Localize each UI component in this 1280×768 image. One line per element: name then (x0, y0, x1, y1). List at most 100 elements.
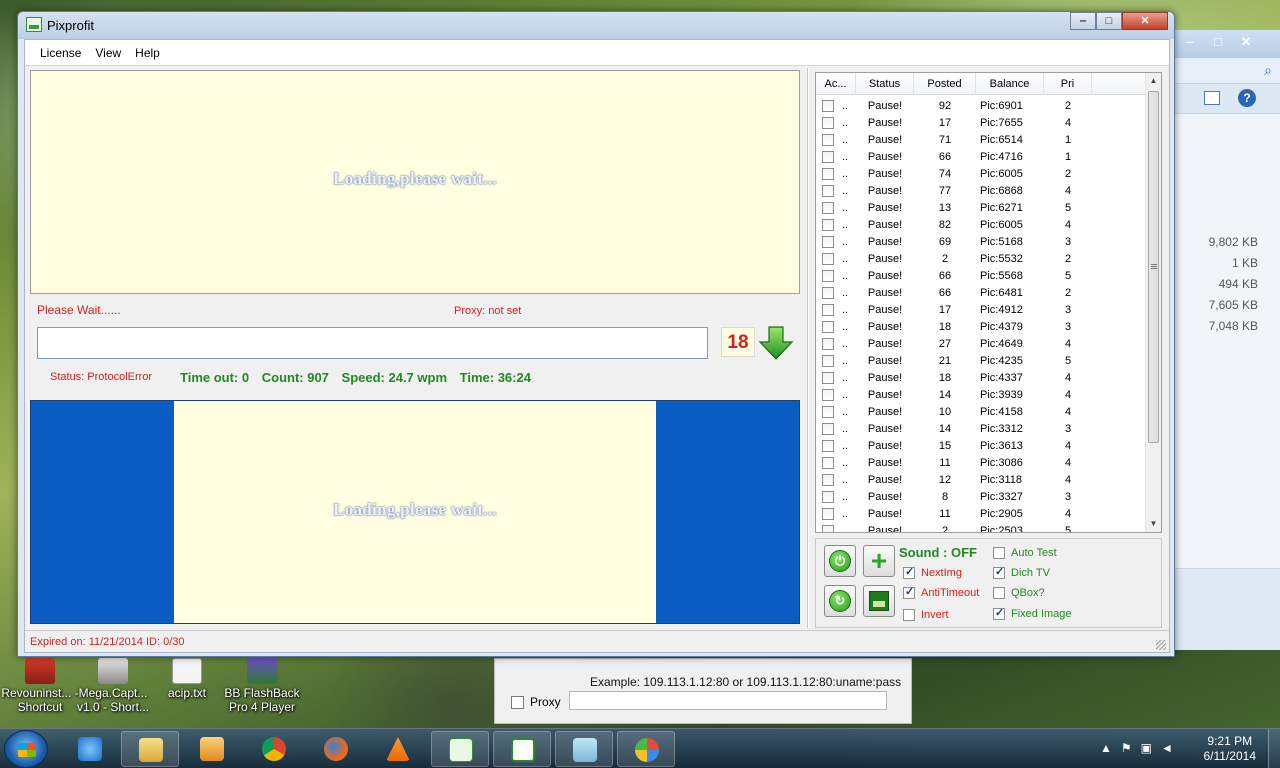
list-row[interactable]: .. Pause! 11 Pic:3086 4 (816, 454, 1147, 471)
list-row[interactable]: .. Pause! 21 Pic:4235 5 (816, 352, 1147, 369)
taskbar-clock[interactable]: 9:21 PM 6/11/2014 (1204, 734, 1257, 764)
row-checkbox[interactable] (822, 235, 834, 248)
row-checkbox[interactable] (822, 133, 834, 146)
taskbar-media-player[interactable] (183, 731, 241, 767)
row-checkbox[interactable] (822, 167, 834, 180)
list-row[interactable]: .. Pause! 66 Pic:6481 2 (816, 284, 1147, 301)
list-row[interactable]: .. Pause! 10 Pic:4158 4 (816, 403, 1147, 420)
row-checkbox[interactable] (822, 99, 834, 112)
list-row[interactable]: .. Pause! 13 Pic:6271 5 (816, 199, 1147, 216)
option-checkbox[interactable] (993, 606, 1005, 620)
preview-pane-icon[interactable] (1204, 91, 1220, 105)
close-icon[interactable]: ✕ (1232, 33, 1260, 51)
list-row[interactable]: .. Pause! 15 Pic:3613 4 (816, 437, 1147, 454)
row-checkbox[interactable] (822, 218, 834, 231)
list-row[interactable]: .. Pause! 18 Pic:4379 3 (816, 318, 1147, 335)
taskbar-code[interactable] (493, 731, 551, 767)
proxy-input[interactable] (569, 691, 887, 710)
scroll-thumb[interactable] (1148, 91, 1159, 443)
list-row[interactable]: .. Pause! 69 Pic:5168 3 (816, 233, 1147, 250)
option-antitimeout[interactable]: AntiTimeout (903, 585, 979, 599)
row-checkbox[interactable] (822, 388, 834, 401)
option-invert[interactable]: Invert (903, 609, 949, 621)
show-desktop-button[interactable] (1268, 729, 1280, 768)
refresh-button[interactable]: ↻ (824, 585, 856, 617)
row-checkbox[interactable] (822, 269, 834, 282)
background-explorer-window[interactable]: ⌕ ? 9,802 KB 1 KB 494 KB 7,605 KB 7,048 KB (1165, 30, 1280, 650)
option-nextimg[interactable]: NextImg (903, 565, 962, 579)
row-checkbox[interactable] (822, 422, 834, 435)
row-checkbox[interactable] (822, 303, 834, 316)
row-checkbox[interactable] (822, 337, 834, 350)
taskbar-firefox[interactable] (307, 731, 365, 767)
column-header-status[interactable]: Status (856, 73, 914, 95)
taskbar-vlc[interactable] (369, 731, 427, 767)
window-titlebar[interactable]: Pixprofit ‒ □ ✕ (18, 12, 1174, 39)
option-fixedimage[interactable]: Fixed Image (993, 606, 1072, 620)
list-row[interactable]: .. Pause! 77 Pic:6868 4 (816, 182, 1147, 199)
option-checkbox[interactable] (993, 565, 1005, 579)
desktop-icon-revouninstaller[interactable]: Revouninst... - Shortcut (0, 658, 80, 714)
taskbar-chrome[interactable] (245, 731, 303, 767)
list-row[interactable]: .. Pause! 66 Pic:4716 1 (816, 148, 1147, 165)
option-dichtv[interactable]: Dich TV (993, 565, 1050, 579)
list-row[interactable]: .. Pause! 82 Pic:6005 4 (816, 216, 1147, 233)
network-icon[interactable]: ▣ (1141, 741, 1161, 755)
list-row[interactable]: .. Pause! 17 Pic:7655 4 (816, 114, 1147, 131)
row-checkbox[interactable] (822, 456, 834, 469)
taskbar-notepad[interactable] (555, 731, 613, 767)
scroll-up-icon[interactable]: ▲ (1146, 73, 1161, 89)
proxy-checkbox[interactable] (511, 695, 524, 709)
panel-splitter[interactable] (807, 68, 809, 628)
minimize-icon[interactable]: ‒ (1176, 33, 1204, 51)
list-row[interactable]: .. Pause! 14 Pic:3939 4 (816, 386, 1147, 403)
list-scrollbar[interactable]: ▲ ▼ (1145, 73, 1161, 532)
maximize-icon[interactable]: □ (1204, 33, 1232, 51)
row-checkbox[interactable] (822, 201, 834, 214)
close-button[interactable]: ✕ (1122, 12, 1168, 30)
column-header-account[interactable]: Ac... (816, 73, 856, 95)
list-row[interactable]: .. Pause! 27 Pic:4649 4 (816, 335, 1147, 352)
image-button[interactable] (863, 585, 895, 617)
desktop-icon-bbflashback[interactable]: BB FlashBack Pro 4 Player (222, 658, 302, 714)
row-checkbox[interactable] (822, 405, 834, 418)
resize-grip[interactable] (1156, 640, 1166, 650)
row-checkbox[interactable] (822, 507, 834, 520)
proxy-checkbox-row[interactable]: Proxy (511, 695, 561, 709)
menu-help[interactable]: Help (128, 40, 167, 65)
captcha-answer-input[interactable] (37, 327, 708, 359)
search-icon[interactable]: ⌕ (1264, 62, 1272, 79)
submit-arrow-icon[interactable] (758, 325, 794, 361)
list-row[interactable]: .. Pause! 66 Pic:5568 5 (816, 267, 1147, 284)
option-checkbox[interactable] (993, 587, 1005, 599)
row-checkbox[interactable] (822, 252, 834, 265)
list-row[interactable]: .. Pause! 2 Pic:5532 2 (816, 250, 1147, 267)
option-checkbox[interactable] (903, 565, 915, 579)
menu-view[interactable]: View (88, 40, 128, 65)
option-qbox[interactable]: QBox? (993, 587, 1045, 599)
column-header-priority[interactable]: Pri (1044, 73, 1092, 95)
volume-icon[interactable]: ◄ (1161, 741, 1182, 755)
list-row[interactable]: .. Pause! 71 Pic:6514 1 (816, 131, 1147, 148)
list-row[interactable]: .. Pause! 74 Pic:6005 2 (816, 165, 1147, 182)
explorer-search-bar[interactable]: ⌕ (1166, 58, 1280, 84)
list-row[interactable]: .. Pause! 14 Pic:3312 3 (816, 420, 1147, 437)
list-row[interactable]: .. Pause! 18 Pic:4337 4 (816, 369, 1147, 386)
sound-toggle[interactable]: Sound : OFF (899, 545, 977, 560)
row-checkbox[interactable] (822, 439, 834, 452)
row-checkbox[interactable] (822, 184, 834, 197)
row-checkbox[interactable] (822, 150, 834, 163)
taskbar-explorer[interactable] (121, 731, 179, 767)
option-autotest[interactable]: Auto Test (993, 547, 1057, 559)
add-button[interactable]: + (863, 545, 895, 577)
action-center-icon[interactable]: ⚑ (1121, 741, 1141, 755)
menu-license[interactable]: License (33, 40, 88, 65)
desktop-icon-acip[interactable]: acip.txt (147, 658, 227, 700)
list-row[interactable]: .. Pause! 17 Pic:4912 3 (816, 301, 1147, 318)
taskbar-pixprofit[interactable] (431, 731, 489, 767)
taskbar-paint[interactable] (617, 731, 675, 767)
row-checkbox[interactable] (822, 286, 834, 299)
help-icon[interactable]: ? (1238, 89, 1256, 107)
power-button[interactable]: ⏻ (824, 545, 856, 577)
row-checkbox[interactable] (822, 320, 834, 333)
